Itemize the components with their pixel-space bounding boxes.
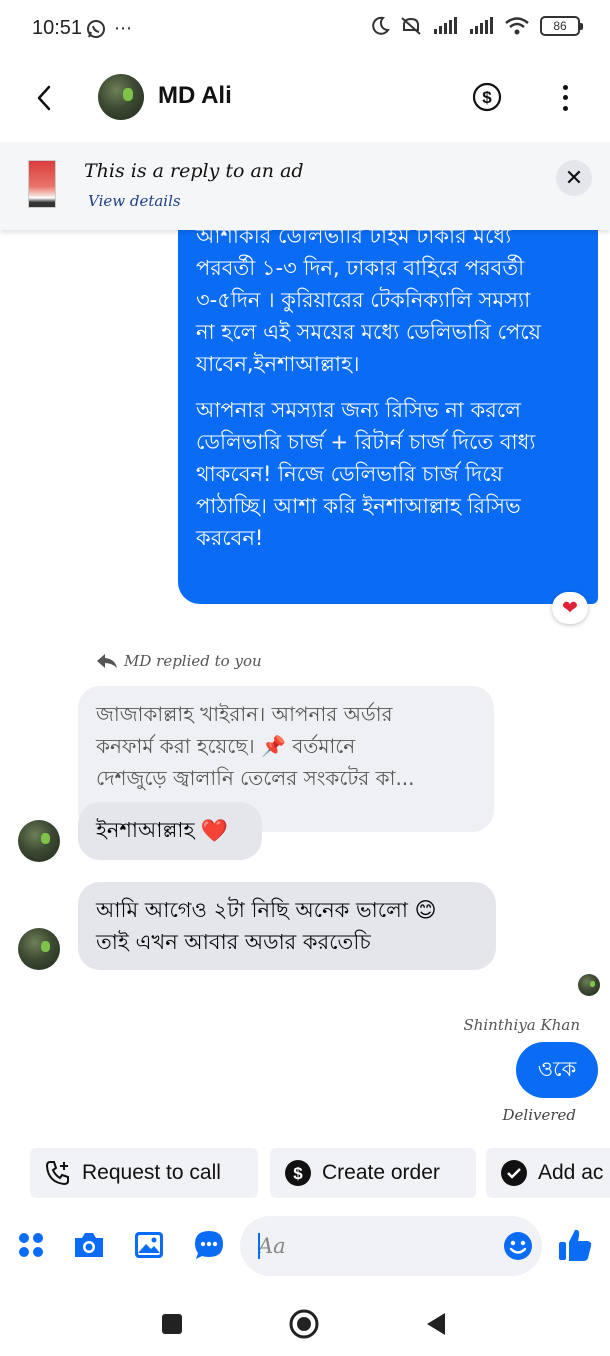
camera-icon — [75, 1233, 103, 1257]
seen-indicator-avatar — [578, 974, 600, 996]
incoming-message-bubble[interactable]: ইনশাআল্লাহ ❤️ — [78, 802, 262, 860]
quoted-line: জাজাকাল্লাহ খাইরান। আপনার অর্ডার — [96, 702, 393, 726]
home-circle-icon — [289, 1309, 319, 1339]
quoted-line: কনফার্ম করা হয়েছে। 📌 বর্তমানে — [96, 734, 356, 758]
thumbs-up-icon — [559, 1229, 592, 1261]
gallery-icon — [135, 1232, 163, 1258]
chip-label: Add ac — [538, 1161, 604, 1184]
message-line: পরবর্তী ১-৩ দিন, ঢাকার বাহিরে পরবর্তী — [196, 256, 525, 280]
incoming-message-bubble[interactable]: আমি আগেও ২টা নিছি অনেক ভালো 😊 তাই এখন আব… — [78, 882, 496, 970]
emoji-icon — [504, 1232, 532, 1260]
apps-grid-icon — [19, 1233, 43, 1257]
create-order-button[interactable]: $ Create order — [270, 1148, 476, 1198]
outgoing-message-bubble[interactable]: ওকে — [516, 1042, 598, 1098]
text-caret — [258, 1233, 260, 1259]
chip-label: Create order — [322, 1161, 440, 1184]
request-to-call-button[interactable]: Request to call — [30, 1148, 258, 1198]
message-line: যাবেন,ইনশাআল্লাহ। — [196, 352, 360, 376]
message-text: ইনশাআল্লাহ — [96, 817, 195, 842]
apps-button[interactable] — [14, 1228, 48, 1262]
reply-context-text: MD replied to you — [124, 652, 262, 670]
sender-avatar[interactable] — [18, 928, 60, 970]
ad-banner-title: This is a reply to an ad — [84, 160, 304, 182]
nav-back-button[interactable] — [416, 1304, 456, 1344]
message-input[interactable] — [258, 1216, 488, 1276]
phone-plus-icon — [45, 1161, 69, 1186]
chat-bubble-icon — [195, 1231, 223, 1259]
close-icon: ✕ — [564, 165, 584, 191]
message-line: ৩-৫দিন । কুরিয়ারের টেকনিক্যালি সমস্যা — [196, 288, 531, 312]
message-line: ডেলিভারি চার্জ + রিটার্ন চার্জ দিতে বাধ্… — [196, 430, 536, 454]
chip-label: Request to call — [82, 1161, 221, 1184]
message-line: থাকবেন! নিজে ডেলিভারি চার্জ দিয়ে — [196, 462, 503, 486]
quick-actions-bar: Request to call $ Create order Add ac — [0, 1148, 610, 1200]
message-line: আমি আগেও ২টা নিছি অনেক ভালো 😊 — [96, 898, 437, 922]
view-details-link[interactable]: View details — [88, 192, 181, 210]
delivery-status: Delivered — [502, 1106, 577, 1124]
quoted-line: দেশজুড়ে জ্বালানি তেলের সংকটের কা... — [96, 766, 415, 790]
message-line: আপনার সমস্যার জন্য রিসিভ না করলে — [196, 398, 521, 422]
message-line: পাঠাচ্ছি। আশা করি ইনশাআল্লাহ রিসিভ — [196, 494, 521, 518]
back-triangle-icon — [427, 1313, 445, 1335]
outgoing-message-bubble[interactable]: আশাকরি ডেলিভারি টাইম ঢাকার মধ্যে পরবর্তী… — [178, 206, 598, 604]
dollar-circle-icon: $ — [285, 1160, 311, 1186]
like-button[interactable] — [556, 1226, 594, 1264]
recents-square-icon — [162, 1314, 182, 1334]
gallery-button[interactable] — [132, 1228, 166, 1262]
chat-bubble-button[interactable] — [192, 1228, 226, 1262]
message-composer — [0, 1214, 610, 1278]
message-input-wrap[interactable] — [240, 1216, 542, 1276]
heart-reaction[interactable]: ❤ — [552, 592, 588, 624]
recents-button[interactable] — [152, 1304, 192, 1344]
ad-reply-banner[interactable]: This is a reply to an ad View details — [0, 142, 610, 230]
svg-text:$: $ — [293, 1164, 303, 1183]
ad-thumbnail[interactable] — [28, 160, 56, 208]
reply-arrow-icon — [97, 654, 117, 668]
check-circle-icon — [501, 1160, 527, 1186]
heart-emoji: ❤️ — [200, 818, 228, 844]
home-button[interactable] — [284, 1304, 324, 1344]
sender-name-label: Shinthiya Khan — [463, 1016, 580, 1034]
message-line: করবেন! — [196, 526, 264, 550]
message-line: তাই এখন আবার অডার করতেচি — [96, 930, 371, 954]
message-line: না হলে এই সময়ের মধ্যে ডেলিভারি পেয়ে — [196, 320, 542, 344]
emoji-button[interactable] — [502, 1230, 534, 1262]
camera-button[interactable] — [72, 1228, 106, 1262]
sender-avatar[interactable] — [18, 820, 60, 862]
add-action-button[interactable]: Add ac — [486, 1148, 610, 1198]
reply-context: MD replied to you — [96, 652, 262, 670]
close-banner-button[interactable]: ✕ — [556, 160, 592, 196]
system-navigation-bar — [0, 1292, 610, 1356]
